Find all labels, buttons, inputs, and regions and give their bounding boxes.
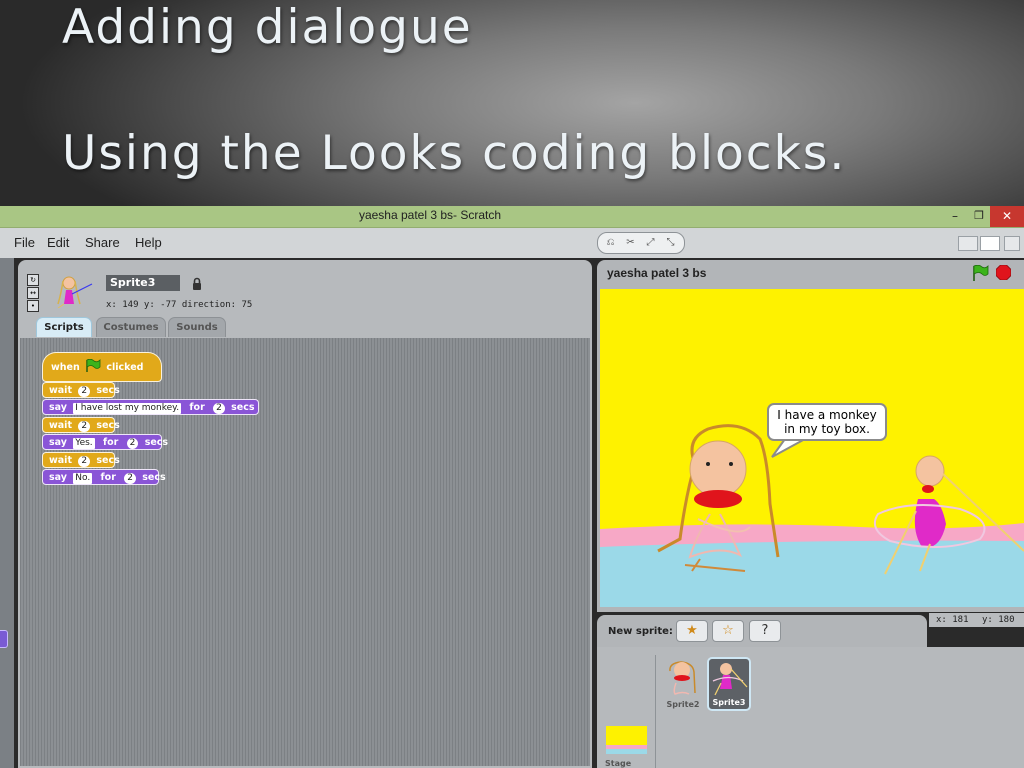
stage-label: Stage (605, 759, 632, 768)
stage-frame: yaesha patel 3 bs I have a monkey in my … (597, 260, 1024, 612)
for-label: for (189, 402, 205, 413)
secs-label: secs (96, 455, 120, 466)
sprite-position-readout: x: 149 y: -77 direction: 75 (106, 300, 253, 310)
menu-file[interactable]: File (14, 235, 35, 250)
cursor-tool-group: ⎌ ✂ ⤢ ⤡ (597, 232, 685, 254)
mouse-y-readout: y: 180 (982, 615, 1015, 625)
slide-subtitle: Using the Looks coding blocks. (62, 126, 847, 181)
say-text-input[interactable]: No. (73, 473, 93, 484)
menu-share[interactable]: Share (85, 235, 120, 250)
slide-header: Adding dialogue Using the Looks coding b… (0, 0, 1024, 206)
tab-sounds[interactable]: Sounds (168, 317, 226, 337)
sprite2-thumbnail (669, 661, 696, 695)
mouse-position-readout: x: 181 y: 180 (929, 613, 1024, 627)
sprite-info-panel: ↻ ↔ • Sprite3 x: 149 y: -77 direction: 7… (18, 260, 592, 338)
sprite-tile-sprite2[interactable]: Sprite2 (661, 657, 705, 711)
green-flag-icon[interactable] (971, 265, 989, 281)
tab-costumes[interactable]: Costumes (96, 317, 166, 337)
sprite-tile-sprite3[interactable]: Sprite3 (707, 657, 751, 711)
scripts-area[interactable]: when clicked wait 2 secs say I have lost… (18, 338, 592, 768)
palette-block-swatch[interactable] (0, 630, 8, 648)
say-seconds-input[interactable]: 2 (126, 438, 139, 449)
slide-title: Adding dialogue (62, 0, 473, 55)
stamp-icon[interactable]: ⎌ (601, 234, 620, 251)
rotate-freely-icon[interactable]: ↻ (27, 274, 39, 286)
close-button[interactable]: ✕ (990, 206, 1024, 227)
random-sprite-button[interactable]: ? (749, 620, 781, 642)
speech-bubble-line-1: I have a monkey (777, 408, 877, 422)
wait-label: wait (49, 385, 72, 396)
secs-label: secs (231, 402, 255, 413)
normal-stage-icon[interactable] (980, 236, 1000, 251)
green-flag-icon (86, 358, 101, 372)
say-label: say (49, 437, 67, 448)
small-stage-icon[interactable] (958, 236, 978, 251)
stage-drawing (600, 424, 1024, 607)
say-label: say (49, 402, 67, 413)
mouse-x-readout: x: 181 (936, 615, 969, 625)
say-text-input[interactable]: I have lost my monkey. (73, 403, 182, 414)
shrink-icon[interactable]: ⤡ (661, 234, 680, 251)
say-text-input[interactable]: Yes. (73, 438, 95, 449)
tab-scripts[interactable]: Scripts (36, 317, 92, 337)
sprite3-thumbnail (712, 663, 748, 696)
sprite3-label: Sprite3 (712, 698, 746, 707)
maximize-button[interactable]: ❐ (968, 206, 990, 227)
say-for-secs-block-2[interactable]: say Yes. for 2 secs (42, 434, 168, 450)
left-right-flip-icon[interactable]: ↔ (27, 287, 39, 299)
speech-bubble-line-2: in my toy box. (784, 422, 870, 436)
sprite-name-field[interactable]: Sprite3 (106, 275, 180, 291)
for-label: for (102, 437, 119, 448)
secs-label: secs (144, 437, 169, 448)
menu-edit[interactable]: Edit (47, 235, 69, 250)
minimize-button[interactable]: – (944, 206, 966, 227)
hat-clicked-label: clicked (106, 362, 144, 373)
no-rotate-icon[interactable]: • (27, 300, 39, 312)
say-seconds-input[interactable]: 2 (213, 403, 225, 414)
wait-block-3[interactable]: wait 2 secs (42, 452, 120, 468)
wait-label: wait (49, 455, 72, 466)
current-sprite-thumbnail (57, 276, 93, 308)
say-for-secs-block-1[interactable]: say I have lost my monkey. for 2 secs (42, 399, 259, 415)
secs-label: secs (96, 420, 120, 431)
lock-icon[interactable] (191, 277, 203, 290)
menu-bar: File Edit Share Help ⎌ ✂ ⤢ ⤡ (0, 228, 1024, 258)
presentation-mode-icon[interactable] (1004, 236, 1020, 251)
wait-seconds-input[interactable]: 2 (78, 421, 91, 432)
paint-new-sprite-button[interactable]: ★ (676, 620, 708, 642)
new-sprite-label: New sprite: (608, 626, 673, 637)
scissors-icon[interactable]: ✂ (621, 234, 640, 251)
for-label: for (100, 472, 116, 483)
grow-icon[interactable]: ⤢ (641, 234, 660, 251)
new-sprite-bar: New sprite: ★ ☆ ? (597, 615, 927, 647)
secs-label: secs (96, 385, 120, 396)
stage-project-title: yaesha patel 3 bs (607, 266, 707, 280)
say-for-secs-block-3[interactable]: say No. for 2 secs (42, 469, 166, 485)
secs-label: secs (142, 472, 166, 483)
wait-seconds-input[interactable]: 2 (78, 386, 91, 397)
choose-sprite-from-file-button[interactable]: ☆ (712, 620, 744, 642)
sprite-corral: Sprite2 Sprite3 Stage (597, 647, 1024, 768)
wait-block-1[interactable]: wait 2 secs (42, 382, 120, 398)
menu-help[interactable]: Help (135, 235, 162, 250)
sprite2-label: Sprite2 (666, 700, 700, 709)
stop-sign-icon[interactable] (996, 265, 1011, 280)
stage-thumbnail[interactable] (606, 726, 647, 754)
window-titlebar[interactable]: yaesha patel 3 bs- Scratch – ❐ ✕ (0, 206, 1024, 228)
hat-when-label: when (51, 362, 80, 373)
when-flag-clicked-block[interactable]: when clicked (42, 352, 162, 382)
wait-block-2[interactable]: wait 2 secs (42, 417, 120, 433)
wait-seconds-input[interactable]: 2 (78, 456, 91, 467)
window-title: yaesha patel 3 bs- Scratch (358, 208, 502, 222)
corral-divider (655, 655, 656, 768)
blocks-palette-edge (0, 258, 14, 768)
wait-label: wait (49, 420, 72, 431)
stage-canvas[interactable]: I have a monkey in my toy box. (600, 289, 1024, 607)
speech-bubble: I have a monkey in my toy box. (767, 403, 887, 441)
say-label: say (49, 472, 67, 483)
say-seconds-input[interactable]: 2 (124, 473, 136, 484)
